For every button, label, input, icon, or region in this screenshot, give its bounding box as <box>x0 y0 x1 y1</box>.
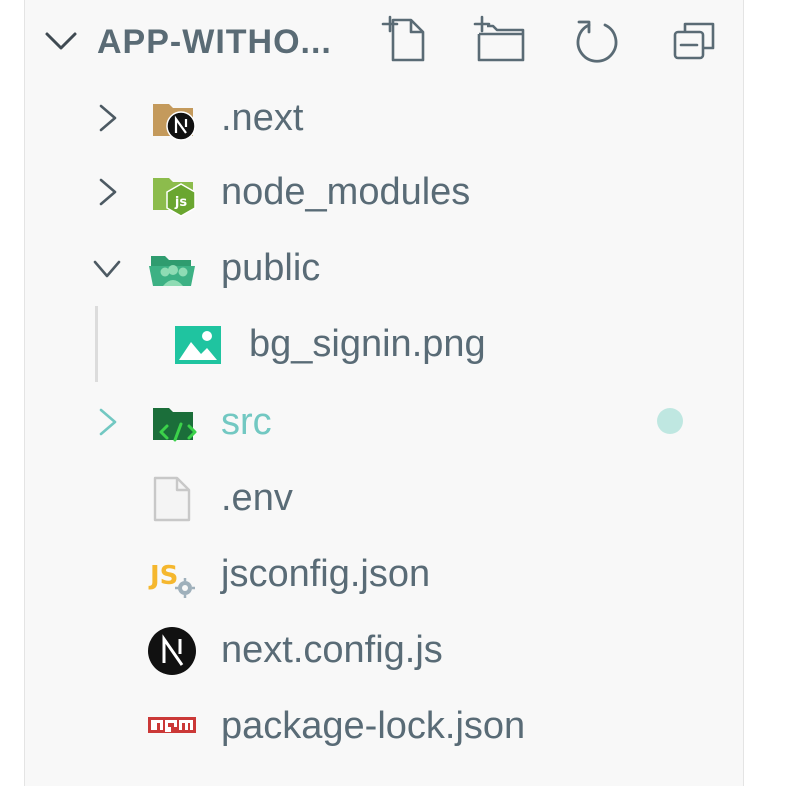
tree-item-next-config[interactable]: next.config.js <box>25 612 743 688</box>
src-folder-icon <box>153 408 197 442</box>
tree-item-node-modules[interactable]: js node_modules <box>25 154 743 230</box>
tree-item-label: src <box>221 401 272 443</box>
node-folder-icon: js <box>153 178 196 217</box>
tree-item-next[interactable]: .next <box>25 80 743 156</box>
explorer-header[interactable]: APP-WITHO... <box>25 0 743 78</box>
tree-item-bg-signin[interactable]: bg_signin.png <box>25 306 743 382</box>
tree-item-label: package-lock.json <box>221 705 526 747</box>
tree-item-label: jsconfig.json <box>221 553 431 595</box>
tree-item-label: .env <box>221 477 293 519</box>
chevron-right-icon[interactable] <box>89 100 125 136</box>
image-file-icon <box>175 326 221 364</box>
svg-text:JS: JS <box>148 561 178 591</box>
public-folder-icon <box>149 256 195 286</box>
tree-item-public[interactable]: public <box>25 230 743 306</box>
tree-item-package-lock[interactable]: package-lock.json <box>25 688 743 764</box>
refresh-icon[interactable] <box>569 12 625 68</box>
nextjs-icon <box>148 627 196 675</box>
tree-item-label: .next <box>221 97 304 139</box>
workspace-title: APP-WITHO... <box>97 23 332 61</box>
chevron-down-icon[interactable] <box>41 24 81 60</box>
tree-item-label: node_modules <box>221 171 471 213</box>
new-file-icon[interactable] <box>375 12 431 68</box>
tree-item-label: next.config.js <box>221 629 443 671</box>
tree-item-label: public <box>221 247 321 289</box>
chevron-right-icon[interactable] <box>89 174 125 210</box>
generic-file-icon <box>153 476 191 522</box>
collapse-all-icon[interactable] <box>667 12 723 68</box>
chevron-down-icon[interactable] <box>89 250 125 286</box>
tree-item-label: bg_signin.png <box>249 323 486 365</box>
tree-item-env[interactable]: .env <box>25 460 743 536</box>
tree-item-jsconfig[interactable]: JS jsconfig.json <box>25 536 743 612</box>
npm-icon <box>148 717 196 733</box>
chevron-right-icon[interactable] <box>89 404 125 440</box>
modified-indicator <box>657 408 683 434</box>
nextjs-folder-icon <box>153 104 196 141</box>
new-folder-icon[interactable] <box>471 12 527 68</box>
explorer-panel: APP-WITHO... .next js node_modules publi… <box>24 0 744 786</box>
svg-text:js: js <box>174 195 187 210</box>
js-config-icon: JS <box>148 561 195 598</box>
tree-item-src[interactable]: src <box>25 384 743 460</box>
